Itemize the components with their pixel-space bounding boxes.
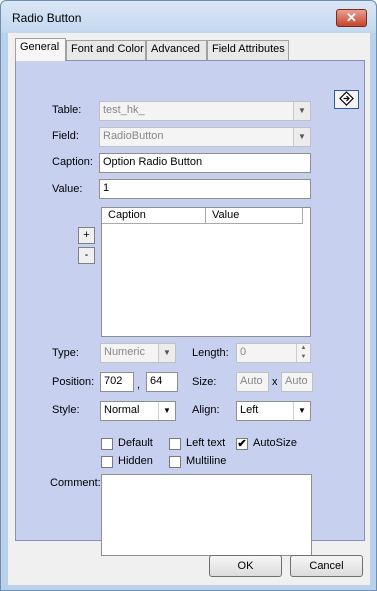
chevron-down-icon: ▼ [158, 402, 175, 420]
multiline-checkbox-label: Multiline [186, 455, 227, 467]
style-label: Style: [52, 404, 80, 416]
left-text-checkbox[interactable] [169, 438, 181, 450]
autosize-checkbox[interactable]: ✔ [236, 438, 248, 450]
caption-input[interactable]: Option Radio Button [99, 153, 311, 173]
left-text-checkbox-label: Left text [186, 437, 226, 449]
hidden-checkbox-label: Hidden [118, 455, 153, 467]
ok-button[interactable]: OK [209, 555, 282, 577]
chevron-down-icon: ▼ [293, 128, 310, 146]
caption-value-list[interactable]: Caption Value [101, 207, 311, 337]
position-y-input[interactable]: 64 [146, 372, 178, 392]
caption-value: Option Radio Button [103, 156, 203, 168]
size-width-value: Auto [240, 375, 263, 387]
position-separator: , [137, 379, 141, 391]
comment-label: Comment: [50, 477, 101, 489]
default-checkbox-label: Default [118, 437, 153, 449]
diamond-arrow-icon [339, 91, 354, 106]
style-select[interactable]: Normal ▼ [100, 401, 176, 421]
table-value: test_hk_ [103, 104, 145, 116]
value-label: Value: [52, 183, 83, 195]
column-header-label: Value [212, 209, 240, 221]
tab-field-attributes[interactable]: Field Attributes [207, 40, 289, 60]
position-y-value: 64 [150, 375, 163, 387]
plus-icon: + [83, 229, 90, 241]
size-width-input: Auto [236, 372, 269, 392]
length-value: 0 [240, 346, 247, 358]
chevron-down-icon: ▼ [158, 344, 175, 362]
multiline-checkbox[interactable] [169, 456, 181, 468]
value-input[interactable]: 1 [99, 179, 311, 199]
table-combo: test_hk_ ▼ [99, 101, 311, 121]
style-value: Normal [104, 404, 140, 416]
size-height-value: Auto [285, 375, 308, 387]
field-label: Field: [52, 130, 79, 142]
cancel-button-label: Cancel [309, 560, 344, 572]
checkmark-icon: ✔ [237, 438, 247, 450]
size-label: Size: [192, 376, 217, 388]
autosize-checkbox-label: AutoSize [253, 437, 298, 449]
remove-row-button[interactable]: - [78, 247, 95, 264]
tab-font-and-color[interactable]: Font and Color [66, 40, 146, 60]
window-title: Radio Button [12, 11, 82, 25]
type-value: Numeric [104, 346, 145, 358]
close-button[interactable]: ✕ [336, 9, 367, 27]
align-select[interactable]: Left ▼ [236, 401, 311, 421]
position-label: Position: [52, 376, 95, 388]
ok-button-label: OK [237, 560, 254, 572]
default-checkbox[interactable] [101, 438, 113, 450]
length-spinner: ▲ ▼ [296, 344, 310, 362]
minus-icon: - [84, 249, 89, 261]
position-x-value: 702 [104, 375, 123, 387]
align-value: Left [240, 404, 259, 416]
tab-label: Field Attributes [212, 43, 285, 55]
type-combo: Numeric ▼ [100, 343, 176, 363]
comment-textarea[interactable] [101, 474, 312, 556]
field-combo: RadioButton ▼ [99, 127, 311, 147]
tab-label: General [20, 41, 60, 53]
position-x-input[interactable]: 702 [100, 372, 134, 392]
spin-down-icon: ▼ [300, 354, 307, 360]
dialog-window: Radio Button ✕ General Font and Color Ad… [0, 0, 377, 591]
length-label: Length: [192, 347, 229, 359]
type-label: Type: [52, 347, 79, 359]
length-input: 0 ▲ ▼ [236, 343, 311, 363]
column-header-label: Caption [108, 209, 146, 221]
close-icon: ✕ [346, 10, 357, 25]
value-value: 1 [103, 182, 110, 194]
align-label: Align: [192, 404, 220, 416]
dialog-client: General Font and Color Advanced Field At… [8, 33, 370, 585]
corner-action-button[interactable] [334, 90, 359, 109]
title-bar: Radio Button ✕ [1, 1, 376, 33]
tab-general[interactable]: General [15, 38, 66, 61]
table-label: Table: [52, 104, 82, 116]
tab-label: Font and Color [71, 43, 144, 55]
chevron-down-icon: ▼ [293, 402, 310, 420]
caption-label: Caption: [52, 156, 93, 168]
tab-advanced[interactable]: Advanced [146, 40, 207, 60]
general-panel: Table: test_hk_ ▼ Field: RadioButton ▼ C… [15, 60, 365, 556]
column-header-value[interactable]: Value [206, 208, 303, 224]
tab-label: Advanced [151, 43, 200, 55]
spin-up-icon: ▲ [300, 345, 307, 351]
size-separator: x [272, 376, 278, 388]
chevron-down-icon: ▼ [293, 102, 310, 120]
size-height-input: Auto [281, 372, 313, 392]
cancel-button[interactable]: Cancel [290, 555, 363, 577]
hidden-checkbox[interactable] [101, 456, 113, 468]
column-header-caption[interactable]: Caption [102, 208, 206, 224]
add-row-button[interactable]: + [78, 227, 95, 244]
field-value: RadioButton [103, 130, 164, 142]
